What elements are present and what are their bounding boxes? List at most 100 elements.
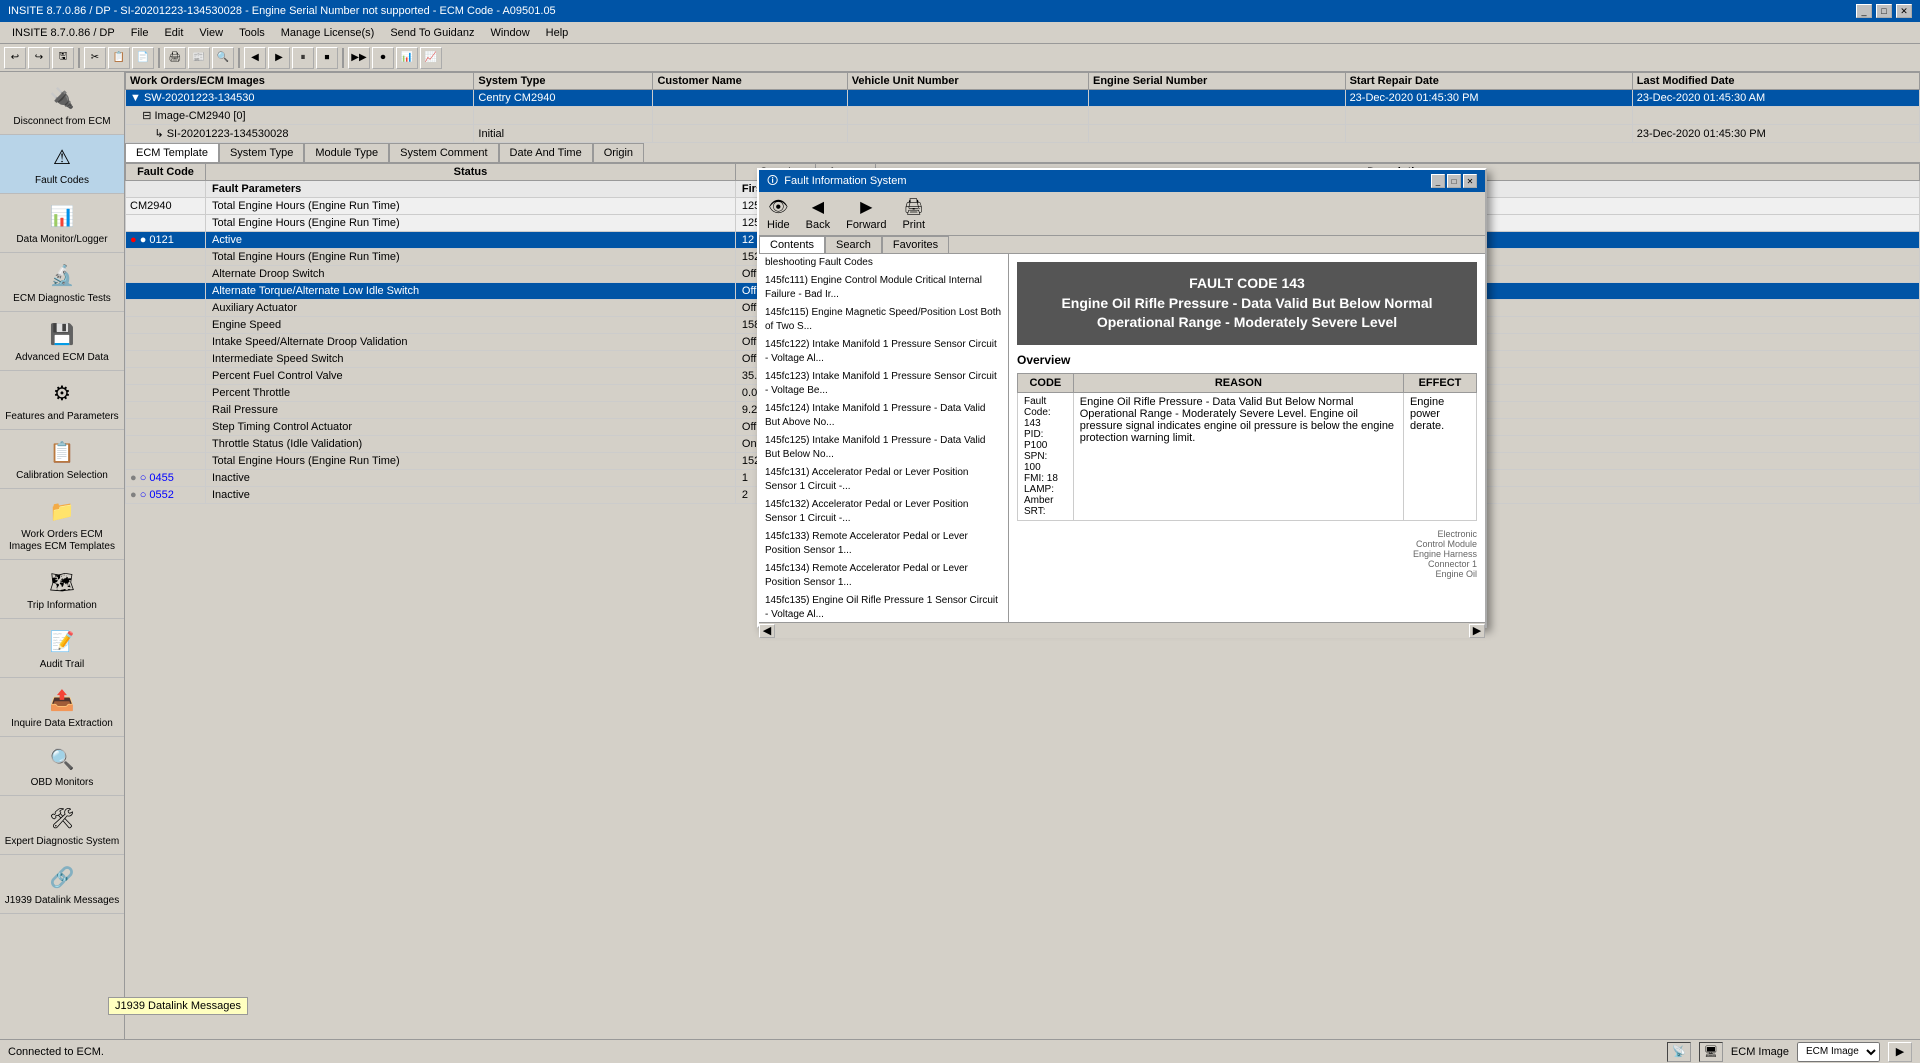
fis-print-btn[interactable]: 🖨 Print [902,197,925,231]
sidebar-item-fault-codes[interactable]: ⚠ Fault Codes [0,135,124,194]
tab-system-type[interactable]: System Type [219,143,304,162]
col-start-date: Start Repair Date [1345,73,1632,90]
tb-btn-5[interactable]: 📋 [108,47,130,69]
menu-manage-license[interactable]: Manage License(s) [273,25,383,41]
tb-btn-7[interactable]: 🖨 [164,47,186,69]
fis-minimize-btn[interactable]: _ [1431,174,1445,188]
tb-btn-13[interactable]: ⏹ [316,47,338,69]
wo-cell-vehicle [847,125,1088,143]
fis-back-btn[interactable]: ◀ Back [806,197,830,231]
tab-date-time[interactable]: Date And Time [499,143,593,162]
fault-cell-code [126,419,206,436]
fis-effect-cell: Engine power derate. [1403,392,1476,520]
fis-list-item[interactable]: 145fc133) Remote Accelerator Pedal or Le… [759,528,1008,560]
j1939-icon: 🔗 [46,861,78,893]
tb-btn-6[interactable]: 📄 [132,47,154,69]
fis-scrollbar-h[interactable]: ◀ ▶ [759,622,1485,638]
fault-cell-status: Engine Speed [206,317,736,334]
ecm-dropdown[interactable]: ECM Image [1797,1042,1880,1062]
tb-btn-16[interactable]: 📊 [396,47,418,69]
tb-btn-8[interactable]: 📰 [188,47,210,69]
col-last-modified: Last Modified Date [1632,73,1919,90]
fis-print-icon: 🖨 [904,197,924,217]
menu-edit[interactable]: Edit [156,25,191,41]
work-orders-icon: 📁 [46,495,78,527]
fis-hide-btn[interactable]: 👁 Hide [767,197,790,231]
minimize-btn[interactable]: _ [1856,4,1872,18]
tb-btn-15[interactable]: ⏺ [372,47,394,69]
fault-cell-code: ● ● 0121 [126,232,206,249]
sidebar-item-advanced-ecm[interactable]: 💾 Advanced ECM Data [0,312,124,371]
fis-tab-search[interactable]: Search [825,236,882,253]
fault-codes-icon: ⚠ [46,141,78,173]
fis-list-item[interactable]: 145fc111) Engine Control Module Critical… [759,272,1008,304]
tb-btn-10[interactable]: ◀ [244,47,266,69]
tb-btn-11[interactable]: ▶ [268,47,290,69]
menu-tools[interactable]: Tools [231,25,273,41]
sidebar-item-features-params[interactable]: ⚙ Features and Parameters [0,371,124,430]
sidebar-item-inquire-data[interactable]: 📤 Inquire Data Extraction [0,678,124,737]
fis-th-effect: EFFECT [1403,373,1476,392]
data-monitor-icon: 📊 [46,200,78,232]
menu-window[interactable]: Window [483,25,538,41]
tb-btn-9[interactable]: 🔍 [212,47,234,69]
close-btn[interactable]: ✕ [1896,4,1912,18]
fis-list-item[interactable]: 145fc132) Accelerator Pedal or Lever Pos… [759,496,1008,528]
tb-btn-14[interactable]: ▶▶ [348,47,370,69]
fault-cell-code: CM2940 [126,198,206,215]
work-order-row[interactable]: ⊟ Image-CM2940 [0] [126,107,1920,125]
sidebar-item-audit-trail[interactable]: 📝 Audit Trail [0,619,124,678]
fis-list-item[interactable]: 145fc122) Intake Manifold 1 Pressure Sen… [759,336,1008,368]
fis-icon: 🛈 [767,172,778,191]
fis-list-item[interactable]: 145fc125) Intake Manifold 1 Pressure - D… [759,432,1008,464]
fis-tab-contents[interactable]: Contents [759,236,825,253]
menu-view[interactable]: View [191,25,231,41]
title-bar: INSITE 8.7.0.86 / DP - SI-20201223-13453… [0,0,1920,22]
sidebar-item-data-monitor[interactable]: 📊 Data Monitor/Logger [0,194,124,253]
fault-cell-code [126,317,206,334]
tb-btn-2[interactable]: ↪ [28,47,50,69]
scroll-left-btn[interactable]: ◀ [759,624,775,638]
work-order-row[interactable]: ↳ SI-20201223-134530028 Initial 23-Dec-2… [126,125,1920,143]
tb-btn-3[interactable]: 🖫 [52,47,74,69]
fis-right-panel: FAULT CODE 143 Engine Oil Rifle Pressure… [1009,254,1485,622]
scroll-right-btn[interactable]: ▶ [1469,624,1485,638]
tab-system-comment[interactable]: System Comment [389,143,498,162]
sidebar-item-disconnect[interactable]: 🔌 Disconnect from ECM [0,76,124,135]
menu-send-to-guidanz[interactable]: Send To Guidanz [382,25,482,41]
sidebar-item-work-orders[interactable]: 📁 Work Orders ECM Images ECM Templates [0,489,124,560]
menu-help[interactable]: Help [538,25,577,41]
wo-cell-customer [653,90,847,107]
tab-module-type[interactable]: Module Type [304,143,389,162]
wo-cell-engine [1089,90,1346,107]
menu-file[interactable]: File [123,25,157,41]
work-order-row[interactable]: ▼ SW-20201223-134530 Centry CM2940 23-De… [126,90,1920,107]
fis-list-item[interactable]: 145fc115) Engine Magnetic Speed/Position… [759,304,1008,336]
fis-list-item[interactable]: 145fc131) Accelerator Pedal or Lever Pos… [759,464,1008,496]
menu-insite[interactable]: INSITE 8.7.0.86 / DP [4,25,123,41]
maximize-btn[interactable]: □ [1876,4,1892,18]
fis-list-item[interactable]: bleshooting Fault Codes [759,254,1008,272]
tb-btn-4[interactable]: ✂ [84,47,106,69]
tb-btn-1[interactable]: ↩ [4,47,26,69]
fis-list-item[interactable]: 145fc124) Intake Manifold 1 Pressure - D… [759,400,1008,432]
tab-ecm-template[interactable]: ECM Template [125,143,219,162]
tab-origin[interactable]: Origin [593,143,644,162]
fis-list-item[interactable]: 145fc134) Remote Accelerator Pedal or Le… [759,560,1008,592]
fis-list-item[interactable]: 145fc135) Engine Oil Rifle Pressure 1 Se… [759,592,1008,622]
sidebar-item-calibration[interactable]: 📋 Calibration Selection [0,430,124,489]
sidebar-item-expert-diag[interactable]: 🛠 Expert Diagnostic System [0,796,124,855]
work-orders-section: Work Orders/ECM Images System Type Custo… [125,72,1920,143]
fis-tab-favorites[interactable]: Favorites [882,236,949,253]
sidebar-item-trip-info[interactable]: 🗺 Trip Information [0,560,124,619]
fis-forward-btn[interactable]: ▶ Forward [846,197,886,231]
tb-btn-12[interactable]: ⏸ [292,47,314,69]
fis-maximize-btn[interactable]: □ [1447,174,1461,188]
tb-btn-17[interactable]: 📈 [420,47,442,69]
sidebar-item-obd-monitors[interactable]: 🔍 OBD Monitors [0,737,124,796]
fis-list-item[interactable]: 145fc123) Intake Manifold 1 Pressure Sen… [759,368,1008,400]
fault-cell-code [126,300,206,317]
sidebar-item-j1939[interactable]: 🔗 J1939 Datalink Messages [0,855,124,914]
sidebar-item-ecm-diagnostic[interactable]: 🔬 ECM Diagnostic Tests [0,253,124,312]
fis-close-btn[interactable]: ✕ [1463,174,1477,188]
